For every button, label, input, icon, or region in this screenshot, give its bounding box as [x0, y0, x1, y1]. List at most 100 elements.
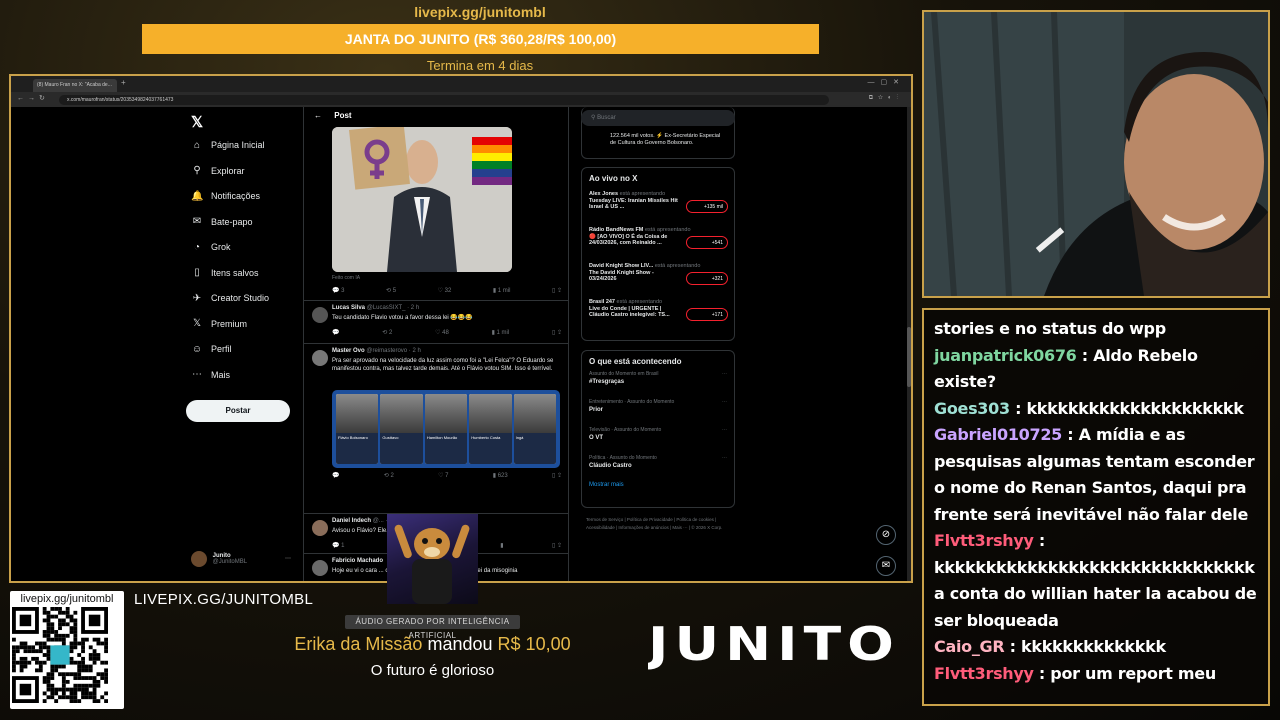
- reply-actions: 💬 ⟲ 2 ♡ 7 ▮ 623 ▯ ⇪: [332, 472, 562, 482]
- donation-goal-bar: JANTA DO JUNITO (R$ 360,28/R$ 100,00): [142, 24, 819, 54]
- repost-button[interactable]: ⟲ 2: [384, 472, 394, 482]
- messages-icon[interactable]: ✉: [876, 556, 896, 576]
- qr-code-icon: [12, 607, 108, 703]
- window-controls[interactable]: —▢✕: [868, 78, 905, 86]
- search-input[interactable]: ⚲ Buscar: [581, 110, 735, 126]
- sidebar-item-label: Perfil: [211, 344, 232, 354]
- trend-name: O VT: [589, 435, 604, 441]
- nav-arrows-icon[interactable]: ←→↻: [17, 94, 49, 102]
- address-input[interactable]: x.com/maurofran/status/20353498240377614…: [59, 95, 829, 105]
- sidebar-item-notifica-es[interactable]: 🔔 Notificações: [191, 185, 311, 207]
- more-icon[interactable]: ⋯: [285, 555, 291, 562]
- trending-title: O que está acontecendo: [589, 357, 682, 366]
- profile-handle: @JunitoMBL: [212, 559, 248, 565]
- repost-button[interactable]: ⟲ 5: [386, 287, 396, 297]
- reply-tweet[interactable]: Master Ovo @reimasterovo · 2 h Pra ser a…: [304, 343, 568, 513]
- url-bar: ←→↻ x.com/maurofran/status/2035349824037…: [11, 92, 911, 107]
- trend-name: Cláudio Castro: [589, 463, 632, 469]
- reply-tweet[interactable]: Lucas Silva @LucasSIXT_ · 2 h Teu candid…: [304, 300, 568, 343]
- sidebar-item-label: Notificações: [211, 191, 261, 201]
- live-listener-count: +321: [686, 272, 728, 285]
- new-tab-icon[interactable]: +: [121, 78, 126, 87]
- envelope-icon: ✉: [192, 216, 202, 227]
- x-logo-icon[interactable]: 𝕏: [191, 113, 203, 131]
- bookmark-icon[interactable]: ▯ ⇪: [552, 287, 562, 297]
- candidate-photo: [380, 394, 423, 433]
- views-button[interactable]: ▮ 1 mil: [492, 329, 510, 339]
- reply-button[interactable]: 💬 1: [332, 542, 344, 552]
- candidate-name: Flávio Bolsonaro: [336, 433, 379, 464]
- live-broadcast[interactable]: David Knight Show LIV... está apresentan…: [582, 263, 734, 293]
- trend-name: Prior: [589, 407, 604, 413]
- post-image[interactable]: [332, 127, 512, 272]
- bookmark-icon[interactable]: ▯ ⇪: [552, 542, 562, 552]
- candidate-photo: [469, 394, 512, 433]
- repost-button[interactable]: ⟲ 2: [382, 329, 392, 339]
- live-status: está apresentando: [619, 191, 666, 197]
- candidate-card: Humberto Costa: [469, 394, 512, 464]
- more-icon[interactable]: ⋯: [722, 455, 727, 461]
- sidebar-item-bate-papo[interactable]: ✉ Bate-papo: [191, 211, 311, 233]
- reply-button[interactable]: 💬 3: [332, 287, 344, 297]
- like-button[interactable]: ♡ 32: [438, 287, 452, 297]
- grok-icon[interactable]: ⊘: [876, 525, 896, 545]
- chat-username[interactable]: Caio_GR: [934, 637, 1005, 656]
- views-button[interactable]: ▮: [500, 542, 503, 552]
- sidebar-item-premium[interactable]: 𝕏 Premium: [191, 313, 311, 335]
- trend-item[interactable]: Televisão · Assunto do Momento ⋯ O VT: [582, 424, 734, 452]
- like-button[interactable]: ♡ 7: [438, 472, 448, 482]
- reply-button[interactable]: 💬: [332, 329, 339, 339]
- live-host: David Knight Show LIV...: [589, 263, 654, 269]
- more-icon[interactable]: ⋯: [722, 399, 727, 405]
- sidebar-item-grok[interactable]: ◔ Grok: [191, 236, 311, 258]
- reply-button[interactable]: 💬: [332, 472, 339, 482]
- reply-actions: 💬 ⟲ 2 ♡ 48 ▮ 1 mil ▯ ⇪: [332, 329, 562, 339]
- trend-item[interactable]: Política · Assunto do Momento ⋯ Cláudio Ca…: [582, 452, 734, 480]
- sidebar-item-perfil[interactable]: ☺ Perfil: [191, 338, 311, 360]
- back-arrow-icon[interactable]: ←: [314, 111, 322, 120]
- views-button[interactable]: ▮ 1 mil: [493, 287, 511, 297]
- browser-window: (8) Mauro Fran no X: "Acaba de... + —▢✕ …: [9, 74, 913, 583]
- live-broadcast[interactable]: Brasil 247 está apresentando Live do Cond…: [582, 299, 734, 329]
- trend-meta: Entretenimento · Assunto do Momento: [589, 399, 675, 405]
- trend-item[interactable]: Assunto do Momento em Brasil ⋯ #Tresgraças: [582, 368, 734, 396]
- candidate-name: Humberto Costa: [469, 433, 512, 464]
- sidebar-item-creator-studio[interactable]: ✈ Creator Studio: [191, 287, 311, 309]
- more-icon[interactable]: ⋯: [722, 427, 727, 433]
- bookmark-icon[interactable]: ▯ ⇪: [552, 329, 562, 339]
- chat-username[interactable]: Goes303: [934, 399, 1010, 418]
- candidate-card: Ingá: [513, 394, 557, 464]
- footer-links[interactable]: Termos de Serviço | Política de Privacid…: [586, 516, 736, 532]
- views-button[interactable]: ▮ 623: [493, 472, 508, 482]
- sidebar-item-p-gina-inicial[interactable]: ⌂ Página Inicial: [191, 134, 311, 156]
- chat-username[interactable]: Flvtt3rshyy: [934, 531, 1034, 550]
- chat-username[interactable]: Gabriel010725: [934, 425, 1062, 444]
- extension-icons[interactable]: ⧉☆◐⋮: [869, 95, 903, 102]
- sidebar-item-itens-salvos[interactable]: ▯ Itens salvos: [191, 262, 311, 284]
- chat-username[interactable]: juanpatrick0676: [934, 346, 1077, 365]
- more-icon[interactable]: ⋯: [722, 371, 727, 377]
- browser-tab[interactable]: (8) Mauro Fran no X: "Acaba de...: [33, 79, 117, 92]
- live-title: The David Knight Show - 03/24/2026: [589, 270, 654, 282]
- live-status: está apresentando: [654, 263, 701, 269]
- reply-text: Teu candidato Flavio votou a favor dessa…: [332, 315, 473, 321]
- post-button[interactable]: Postar: [186, 400, 290, 422]
- like-button[interactable]: ♡ 48: [435, 329, 449, 339]
- chat-text: : kkkkkkkkkkkkkkkkkkkkk: [1015, 398, 1244, 418]
- trend-item[interactable]: Entretenimento · Assunto do Momento ⋯ Prio…: [582, 396, 734, 424]
- live-listener-count: +135 mil: [686, 200, 728, 213]
- bookmark-icon[interactable]: ▯ ⇪: [552, 472, 562, 482]
- candidate-photo: [336, 394, 379, 433]
- profile-switcher[interactable]: Junito @JunitoMBL ⋯: [191, 551, 301, 571]
- candidates-image[interactable]: Flávio Bolsonaro Gusttavo Hamilton Mourão H…: [332, 390, 560, 468]
- show-more-link[interactable]: Mostrar mais: [582, 480, 734, 490]
- chat-message: juanpatrick0676 : Aldo Rebelo existe?: [934, 343, 1258, 396]
- live-broadcast[interactable]: Rádio BandNews FM está apresentando 🔴 [AO…: [582, 227, 734, 257]
- sidebar-item-label: Itens salvos: [211, 267, 259, 278]
- sidebar-item-mais[interactable]: ⋯ Mais: [191, 364, 311, 386]
- chat-text: stories e no status do wpp: [934, 319, 1166, 338]
- chat-username[interactable]: Flvtt3rshyy: [934, 664, 1034, 683]
- scrollbar[interactable]: [907, 107, 911, 581]
- live-broadcast[interactable]: Alex Jones está apresentando Tuesday LIVE…: [582, 191, 734, 221]
- sidebar-item-explorar[interactable]: ⚲ Explorar: [191, 160, 311, 182]
